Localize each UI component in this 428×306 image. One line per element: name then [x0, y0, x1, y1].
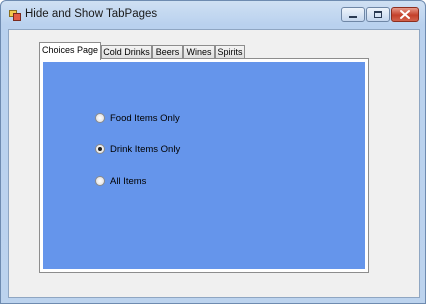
choices-page: Food Items Only Drink Items Only All Ite… [43, 62, 365, 269]
minimize-button[interactable] [341, 7, 365, 22]
radio-label: Food Items Only [110, 112, 180, 124]
minimize-icon [349, 16, 357, 18]
tab-label: Wines [186, 47, 212, 57]
form-client-area: Choices Page Cold Drinks Beers Wines Spi… [8, 29, 420, 298]
tab-label: Beers [155, 47, 180, 57]
maximize-button[interactable] [366, 7, 390, 22]
tab-choices-page[interactable]: Choices Page [39, 42, 101, 60]
tab-beers[interactable]: Beers [152, 45, 183, 59]
tab-label: Cold Drinks [103, 47, 150, 57]
close-button[interactable] [391, 7, 419, 22]
app-window: Hide and Show TabPages Choices Page Cold… [0, 0, 426, 304]
title-bar[interactable]: Hide and Show TabPages [1, 1, 425, 29]
radio-label: All Items [110, 175, 147, 187]
window-title: Hide and Show TabPages [25, 8, 158, 20]
tab-wines[interactable]: Wines [183, 45, 215, 59]
tab-label: Choices Page [41, 45, 99, 55]
radio-all-items[interactable]: All Items [95, 174, 146, 188]
radio-button[interactable] [95, 144, 105, 154]
radio-button[interactable] [95, 113, 105, 123]
tab-panel: Food Items Only Drink Items Only All Ite… [39, 58, 369, 273]
radio-label: Drink Items Only [110, 143, 181, 155]
radio-food-items-only[interactable]: Food Items Only [95, 111, 180, 125]
tab-cold-drinks[interactable]: Cold Drinks [101, 45, 152, 59]
radio-button[interactable] [95, 176, 105, 186]
app-icon [9, 10, 21, 21]
close-icon [400, 10, 410, 19]
maximize-icon [374, 11, 382, 18]
tab-spirits[interactable]: Spirits [215, 45, 245, 59]
radio-drink-items-only[interactable]: Drink Items Only [95, 142, 180, 156]
tab-label: Spirits [217, 47, 243, 57]
